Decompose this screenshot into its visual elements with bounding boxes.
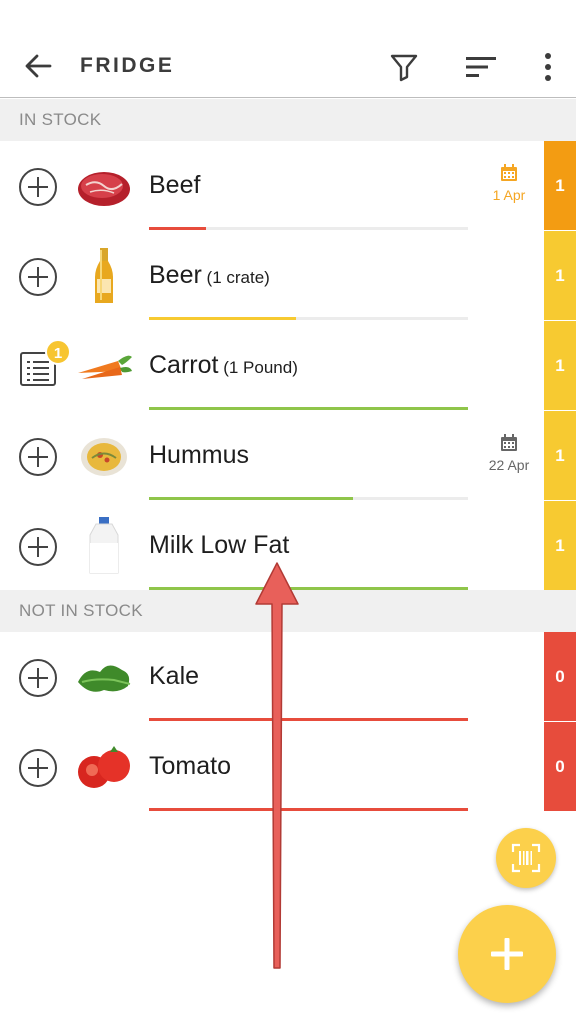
item-name: Hummus — [149, 441, 249, 470]
swipe-up-annotation-arrow-icon — [255, 562, 299, 969]
item-name: Milk Low Fat — [149, 531, 289, 560]
list-item[interactable]: Beer (1 crate) 1 — [0, 231, 576, 321]
stock-count-badge: 1 — [544, 411, 576, 500]
filter-icon[interactable] — [389, 52, 419, 82]
add-one-button[interactable] — [18, 748, 58, 788]
item-name: Kale — [149, 662, 199, 691]
stock-level-fill — [149, 317, 296, 320]
add-item-button[interactable] — [458, 905, 556, 1003]
calendar-icon — [501, 434, 517, 451]
add-one-button[interactable] — [18, 437, 58, 477]
stock-level-bar — [149, 808, 468, 811]
sort-icon[interactable] — [465, 54, 497, 80]
stock-level-bar — [149, 227, 468, 230]
item-image — [74, 646, 134, 708]
stock-level-fill — [149, 227, 207, 230]
list-item[interactable]: Beef 1 Apr 1 — [0, 141, 576, 231]
expiry-date-text: 1 Apr — [492, 187, 526, 203]
stock-level-fill — [149, 497, 354, 500]
stock-level-bar — [149, 497, 468, 500]
item-image — [74, 245, 134, 307]
expiry-date: 1 Apr — [482, 163, 536, 203]
stock-level-bar — [149, 718, 468, 721]
add-one-button[interactable] — [18, 167, 58, 207]
item-name-text: Kale — [149, 662, 200, 690]
stock-level-fill — [149, 808, 468, 811]
item-image — [74, 425, 134, 487]
section-header-in-stock: IN STOCK — [0, 99, 576, 141]
item-quantity: (1 Pound) — [218, 358, 298, 377]
add-one-button[interactable] — [18, 658, 58, 698]
item-name-text: Tomato — [149, 752, 231, 780]
item-image — [74, 515, 134, 577]
stock-count-badge: 0 — [544, 722, 576, 811]
stock-count-badge: 1 — [544, 141, 576, 230]
item-name-text: Carrot — [149, 351, 219, 379]
item-name-text: Milk Low Fat — [149, 531, 290, 559]
item-name: Beer (1 crate) — [149, 261, 270, 290]
barcode-scan-button[interactable] — [496, 828, 556, 888]
stock-count-badge: 1 — [544, 231, 576, 320]
back-arrow-icon[interactable] — [22, 50, 54, 82]
item-name-text: Beer — [149, 261, 202, 289]
add-one-button[interactable] — [18, 257, 58, 297]
item-name-text: Hummus — [149, 441, 250, 469]
stock-level-fill — [149, 407, 468, 410]
plus-icon — [491, 938, 523, 970]
app-bar: FRIDGE — [0, 0, 576, 98]
item-name: Tomato — [149, 752, 231, 781]
expiry-date-text: 22 Apr — [488, 457, 530, 473]
list-item[interactable]: Hummus 22 Apr 1 — [0, 411, 576, 501]
stock-level-fill — [149, 718, 468, 721]
expiry-date: 22 Apr — [482, 433, 536, 473]
item-image — [74, 736, 134, 798]
item-image — [74, 155, 134, 217]
stock-level-bar — [149, 407, 468, 410]
stock-level-bar — [149, 317, 468, 320]
list-item[interactable]: 1 Carrot (1 Pound) 1 — [0, 321, 576, 411]
barcode-scan-icon — [511, 843, 541, 873]
stock-count-badge: 1 — [544, 321, 576, 410]
item-quantity: (1 crate) — [201, 268, 270, 287]
more-vert-icon[interactable] — [540, 52, 556, 82]
item-name: Carrot (1 Pound) — [149, 351, 298, 380]
stock-count-badge: 0 — [544, 632, 576, 721]
calendar-icon — [501, 164, 517, 181]
item-name: Beef — [149, 171, 200, 200]
stock-count-badge: 1 — [544, 501, 576, 590]
list-count-badge: 1 — [45, 339, 71, 365]
item-name-text: Beef — [149, 171, 201, 199]
page-title: FRIDGE — [80, 54, 175, 77]
item-image — [74, 335, 134, 397]
add-one-button[interactable] — [18, 527, 58, 567]
